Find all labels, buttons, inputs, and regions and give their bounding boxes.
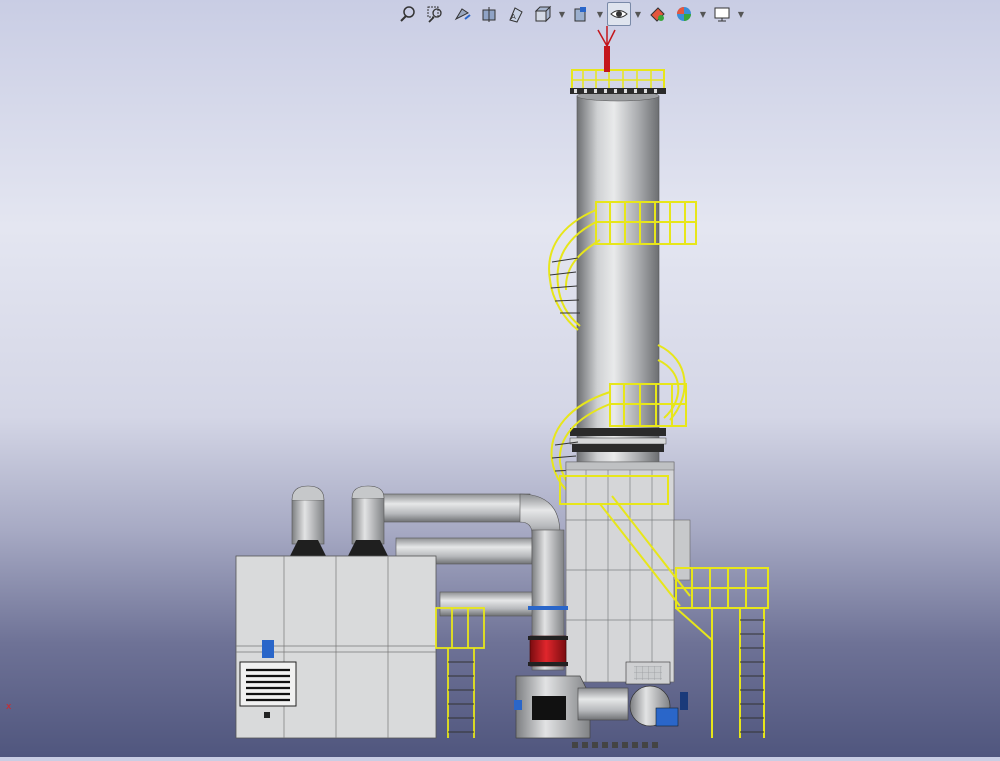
apply-scene-dropdown[interactable]: ▼ (699, 3, 707, 25)
zoom-fit-icon (400, 6, 415, 22)
zoom-to-area-button[interactable] (423, 2, 447, 26)
svg-text:A: A (511, 13, 516, 21)
view-orientation-icon (534, 5, 552, 23)
coordinate-triad: x (0, 702, 11, 712)
zoom-area-icon (427, 6, 442, 23)
left-filter-unit (235, 555, 437, 739)
zoom-to-fit-button[interactable] (396, 2, 420, 26)
cad-model-view[interactable] (0, 0, 1000, 757)
left-vent-stacks (290, 485, 388, 556)
graphics-viewport[interactable] (0, 0, 1000, 757)
view-orientation-button[interactable] (531, 2, 555, 26)
hide-show-items-dropdown[interactable]: ▼ (634, 3, 642, 25)
scene-icon (677, 7, 691, 21)
apply-scene-button[interactable] (672, 2, 696, 26)
previous-view-button[interactable] (450, 2, 474, 26)
hide-show-items-button[interactable] (607, 2, 631, 26)
view-orientation-dropdown[interactable]: ▼ (558, 3, 566, 25)
monitor-icon (714, 7, 730, 22)
view-settings-button[interactable] (710, 2, 734, 26)
base-anchor-labels (572, 742, 658, 748)
annotation-views-icon: A (509, 7, 523, 23)
section-view-button[interactable] (477, 2, 501, 26)
main-stack (569, 26, 667, 467)
heads-up-view-toolbar: A ▼ ▼ ▼ ▼ ▼ (396, 2, 745, 26)
previous-view-icon (454, 8, 471, 21)
appearance-icon (650, 7, 665, 22)
triad-x-label: x (6, 702, 12, 712)
eye-icon (610, 10, 628, 18)
display-style-dropdown[interactable]: ▼ (596, 3, 604, 25)
edit-appearance-button[interactable] (645, 2, 669, 26)
display-style-button[interactable] (569, 2, 593, 26)
view-settings-dropdown[interactable]: ▼ (737, 3, 745, 25)
section-view-icon (482, 7, 496, 22)
display-style-icon (574, 7, 586, 22)
dynamic-annotation-views-button[interactable]: A (504, 2, 528, 26)
